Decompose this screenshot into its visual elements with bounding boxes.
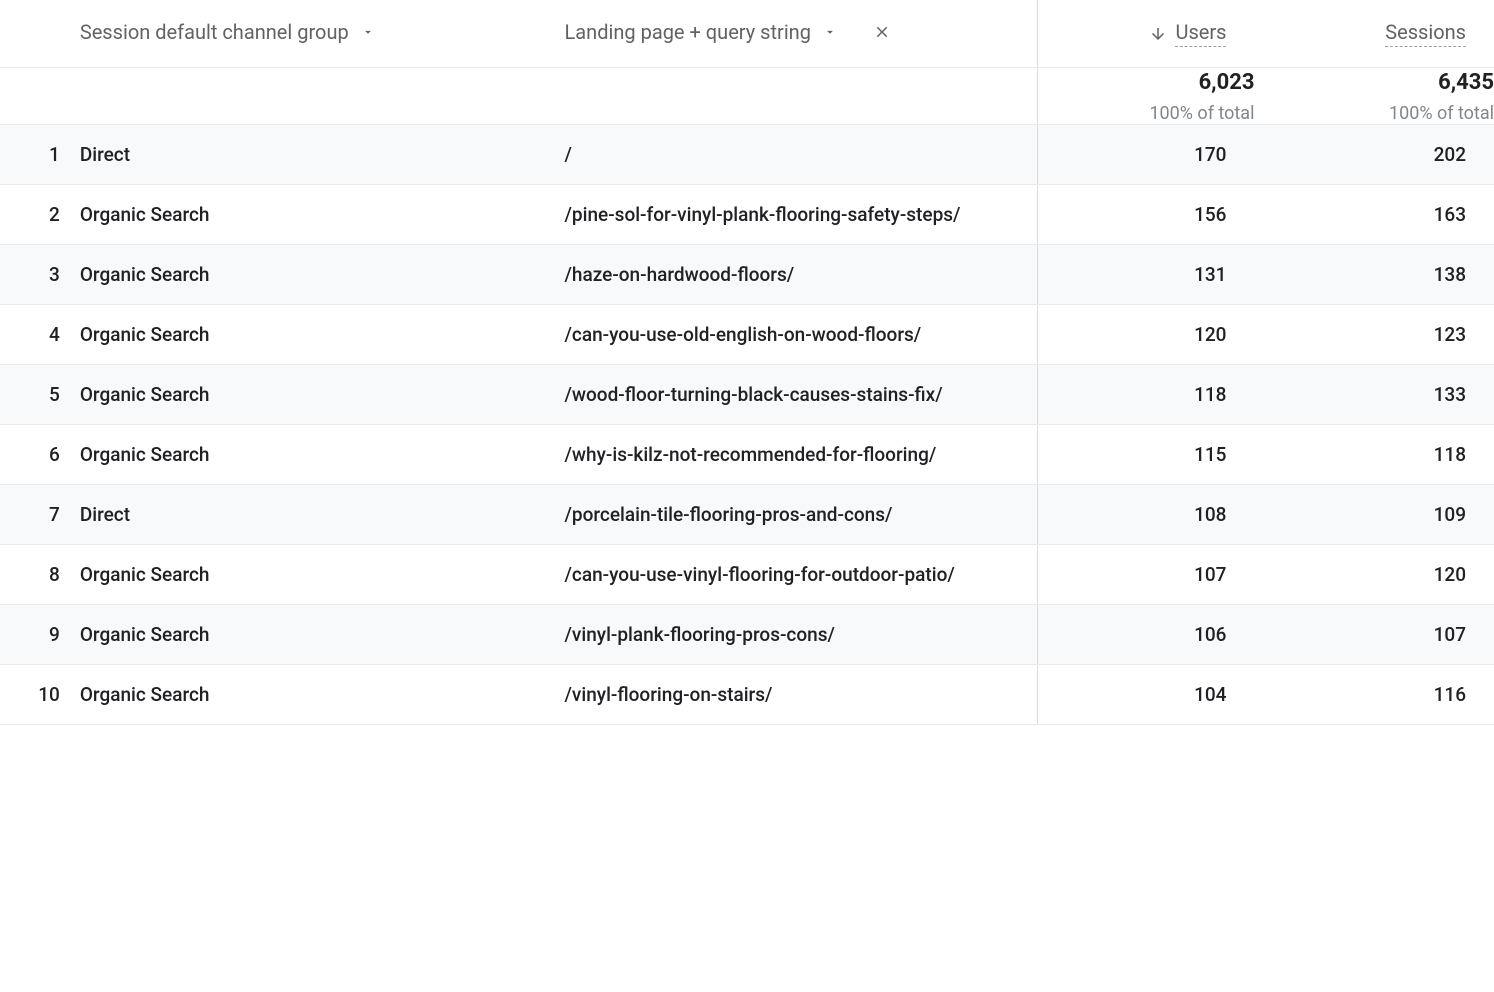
row-sessions: 116 <box>1254 664 1494 724</box>
row-landing-page: /can-you-use-vinyl-flooring-for-outdoor-… <box>565 544 1038 604</box>
table-row[interactable]: 7Direct/porcelain-tile-flooring-pros-and… <box>0 484 1494 544</box>
row-landing-page: /why-is-kilz-not-recommended-for-floorin… <box>565 424 1038 484</box>
row-sessions: 120 <box>1254 544 1494 604</box>
row-channel: Direct <box>80 484 565 544</box>
row-landing-page: /wood-floor-turning-black-causes-stains-… <box>565 364 1038 424</box>
primary-dimension-selector[interactable]: Session default channel group <box>80 20 375 44</box>
row-sessions: 138 <box>1254 244 1494 304</box>
metric-users-header[interactable]: Users <box>1149 20 1226 47</box>
row-index: 4 <box>0 304 80 364</box>
row-landing-page: /can-you-use-old-english-on-wood-floors/ <box>565 304 1038 364</box>
summary-row: 6,023 100% of total 6,435 100% of total <box>0 68 1494 125</box>
row-channel: Organic Search <box>80 664 565 724</box>
table-row[interactable]: 8Organic Search/can-you-use-vinyl-floori… <box>0 544 1494 604</box>
row-channel: Organic Search <box>80 424 565 484</box>
caret-down-icon <box>361 25 375 39</box>
row-index: 6 <box>0 424 80 484</box>
row-users: 108 <box>1038 484 1255 544</box>
row-landing-page: /vinyl-flooring-on-stairs/ <box>565 664 1038 724</box>
row-index: 8 <box>0 544 80 604</box>
row-channel: Organic Search <box>80 304 565 364</box>
primary-dimension-label: Session default channel group <box>80 20 349 44</box>
row-channel: Organic Search <box>80 184 565 244</box>
row-sessions: 107 <box>1254 604 1494 664</box>
row-index: 2 <box>0 184 80 244</box>
users-total-subtext: 100% of total <box>1038 103 1254 124</box>
table-row[interactable]: 10Organic Search/vinyl-flooring-on-stair… <box>0 664 1494 724</box>
table-row[interactable]: 6Organic Search/why-is-kilz-not-recommen… <box>0 424 1494 484</box>
metric-users-label: Users <box>1175 20 1226 47</box>
table-row[interactable]: 5Organic Search/wood-floor-turning-black… <box>0 364 1494 424</box>
row-index: 3 <box>0 244 80 304</box>
metric-sessions-label: Sessions <box>1385 20 1466 47</box>
caret-down-icon <box>823 25 837 39</box>
row-users: 115 <box>1038 424 1255 484</box>
row-users: 131 <box>1038 244 1255 304</box>
row-index: 9 <box>0 604 80 664</box>
row-users: 156 <box>1038 184 1255 244</box>
row-sessions: 123 <box>1254 304 1494 364</box>
row-channel: Organic Search <box>80 604 565 664</box>
analytics-table: Session default channel group Landing pa… <box>0 0 1494 725</box>
table-row[interactable]: 9Organic Search/vinyl-plank-flooring-pro… <box>0 604 1494 664</box>
sessions-total: 6,435 <box>1254 68 1494 99</box>
row-index: 7 <box>0 484 80 544</box>
users-total: 6,023 <box>1038 68 1254 99</box>
row-sessions: 109 <box>1254 484 1494 544</box>
row-users: 107 <box>1038 544 1255 604</box>
row-sessions: 133 <box>1254 364 1494 424</box>
row-index: 5 <box>0 364 80 424</box>
row-landing-page: /pine-sol-for-vinyl-plank-flooring-safet… <box>565 184 1038 244</box>
row-channel: Direct <box>80 124 565 184</box>
sessions-total-subtext: 100% of total <box>1254 103 1494 124</box>
row-sessions: 202 <box>1254 124 1494 184</box>
remove-secondary-dimension-button[interactable] <box>873 23 891 41</box>
row-users: 106 <box>1038 604 1255 664</box>
row-landing-page: /vinyl-plank-flooring-pros-cons/ <box>565 604 1038 664</box>
row-users: 118 <box>1038 364 1255 424</box>
row-users: 170 <box>1038 124 1255 184</box>
row-index: 10 <box>0 664 80 724</box>
row-landing-page: /porcelain-tile-flooring-pros-and-cons/ <box>565 484 1038 544</box>
row-landing-page: /haze-on-hardwood-floors/ <box>565 244 1038 304</box>
row-landing-page: / <box>565 124 1038 184</box>
row-channel: Organic Search <box>80 244 565 304</box>
table-row[interactable]: 3Organic Search/haze-on-hardwood-floors/… <box>0 244 1494 304</box>
row-sessions: 163 <box>1254 184 1494 244</box>
table-row[interactable]: 4Organic Search/can-you-use-old-english-… <box>0 304 1494 364</box>
metric-sessions-header[interactable]: Sessions <box>1385 20 1466 47</box>
row-channel: Organic Search <box>80 544 565 604</box>
row-channel: Organic Search <box>80 364 565 424</box>
table-header-row: Session default channel group Landing pa… <box>0 0 1494 68</box>
secondary-dimension-selector[interactable]: Landing page + query string <box>565 20 891 44</box>
row-sessions: 118 <box>1254 424 1494 484</box>
arrow-down-icon <box>1149 25 1167 43</box>
table-row[interactable]: 1Direct/170202 <box>0 124 1494 184</box>
row-index: 1 <box>0 124 80 184</box>
table-row[interactable]: 2Organic Search/pine-sol-for-vinyl-plank… <box>0 184 1494 244</box>
row-users: 120 <box>1038 304 1255 364</box>
secondary-dimension-label: Landing page + query string <box>565 20 811 44</box>
row-users: 104 <box>1038 664 1255 724</box>
